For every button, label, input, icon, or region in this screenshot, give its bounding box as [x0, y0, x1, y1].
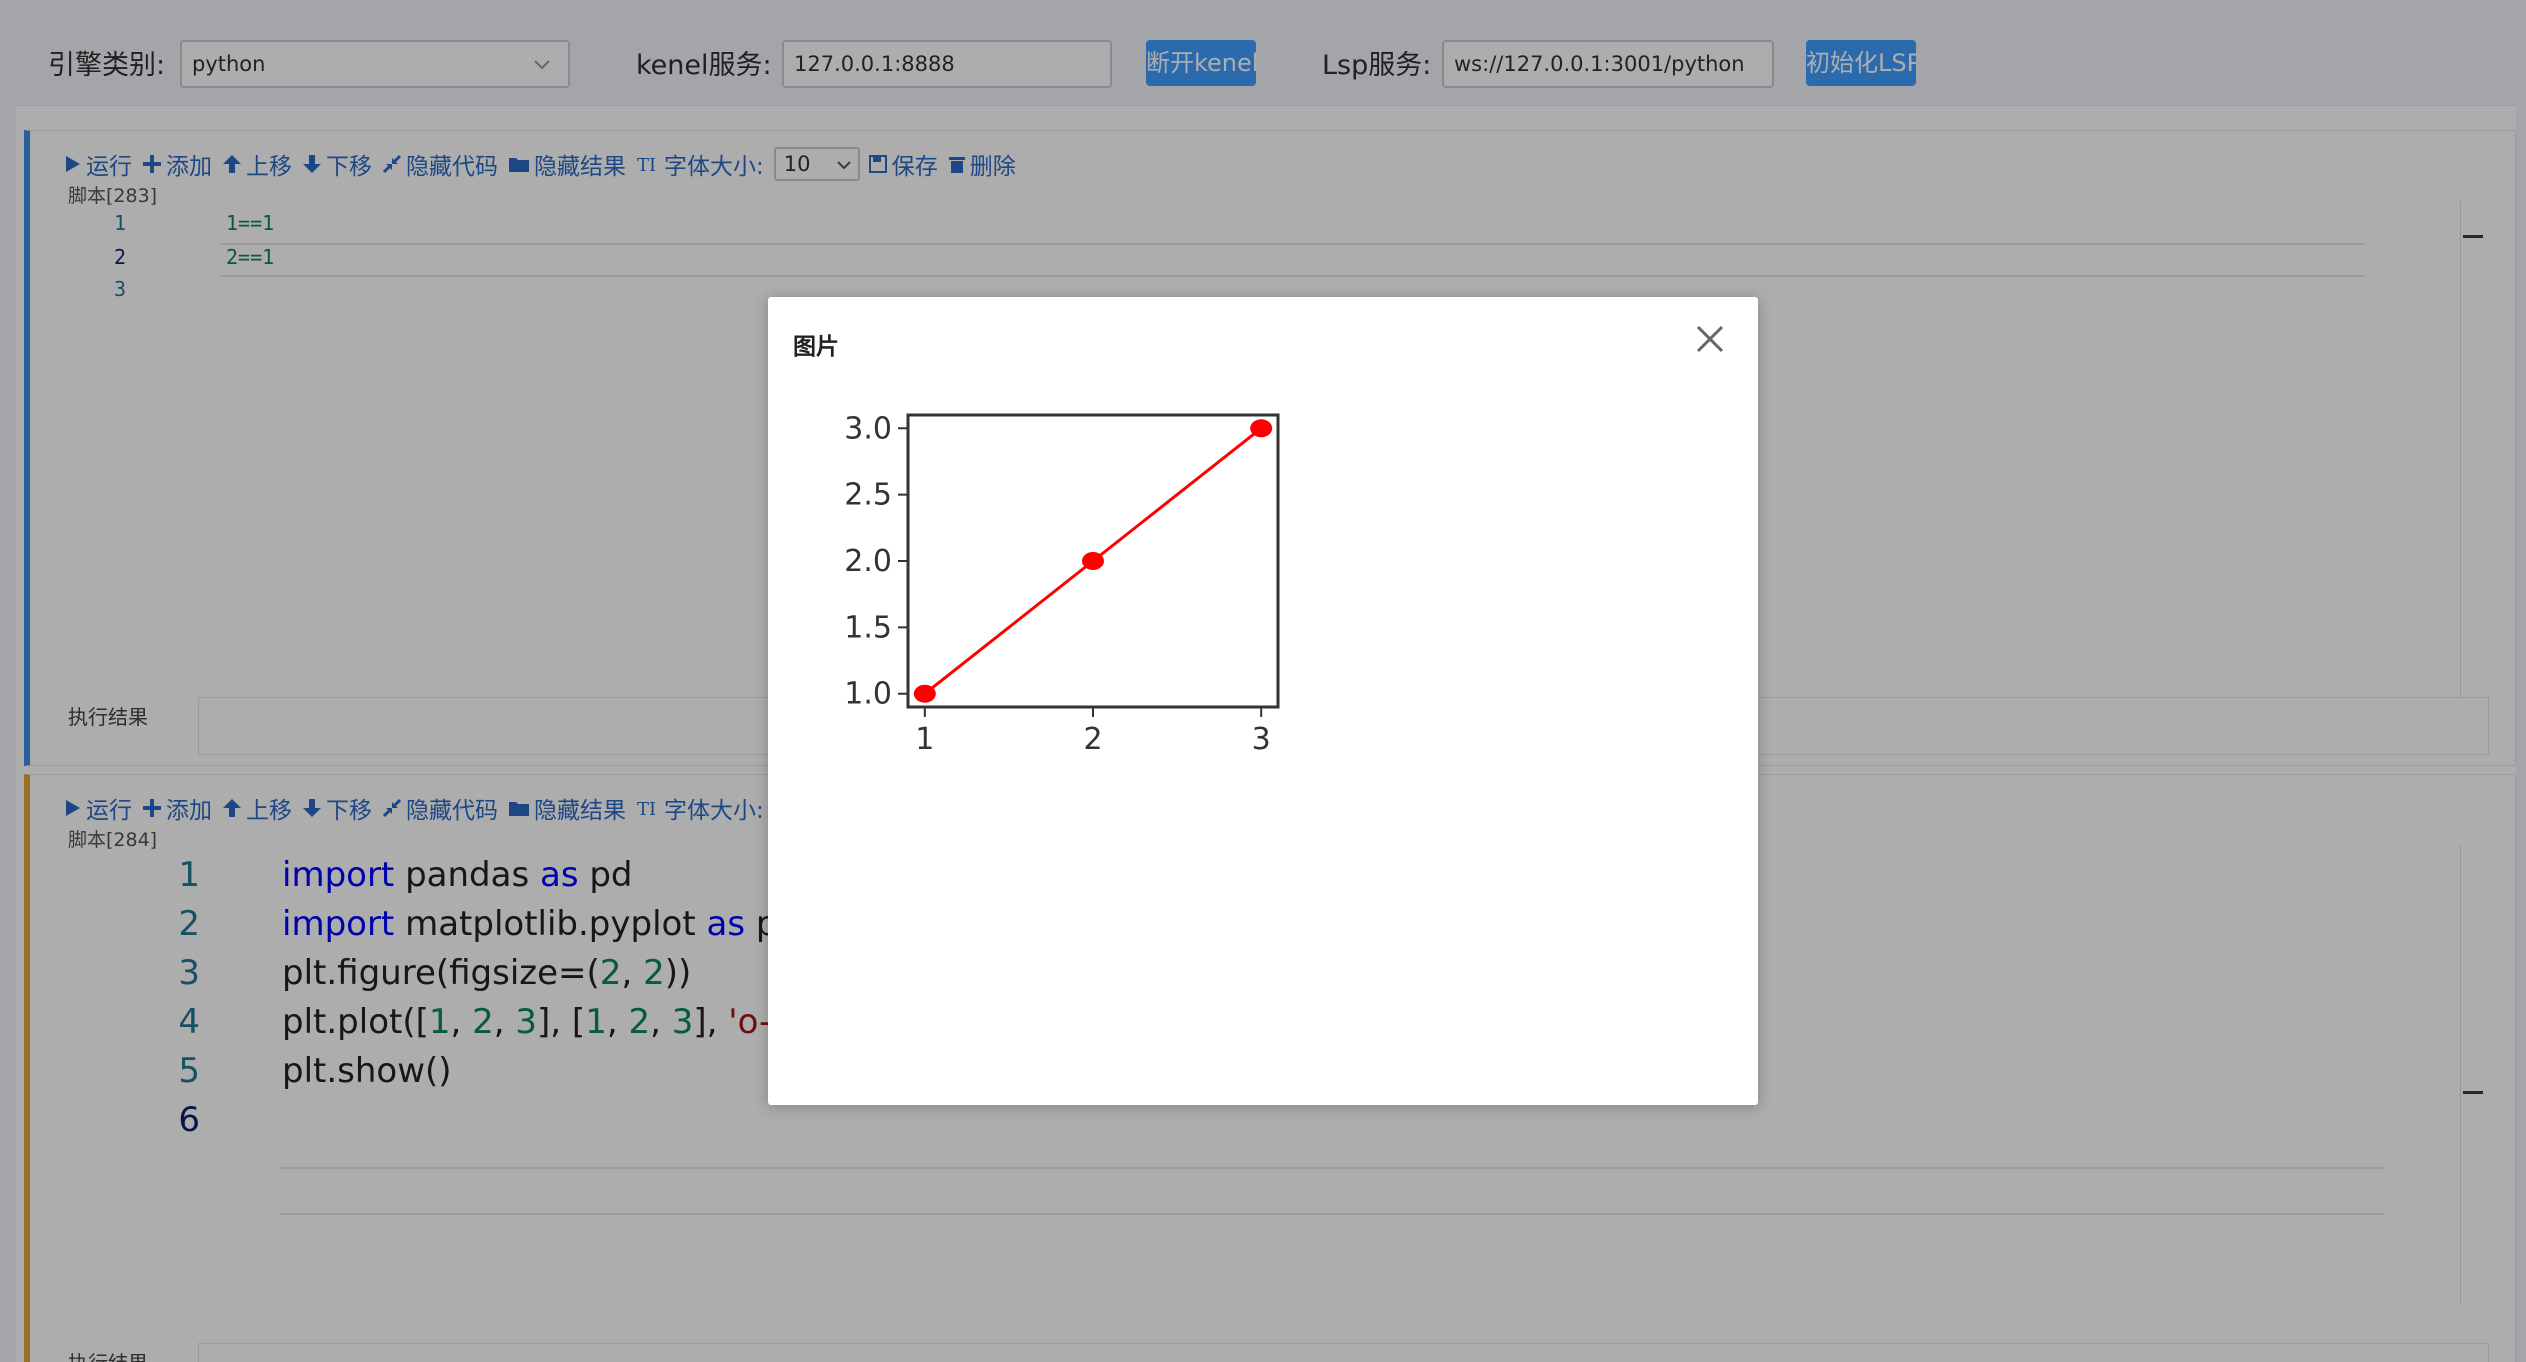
x-tick-label: 3 — [1252, 722, 1271, 757]
data-point — [1082, 552, 1104, 570]
dialog-title: 图片 — [793, 334, 839, 360]
y-tick-label: 2.0 — [844, 544, 892, 579]
plot-image: 1.0 1.5 2.0 2.5 3.0 1 2 3 — [808, 397, 1318, 777]
x-tick-label: 2 — [1083, 722, 1102, 757]
y-tick-label: 2.5 — [844, 478, 892, 513]
y-tick-label: 1.5 — [844, 610, 892, 645]
y-tick-label: 1.0 — [844, 677, 892, 712]
data-point — [1250, 419, 1273, 438]
image-dialog: 图片 1.0 1.5 2.0 2.5 3.0 1 2 3 — [768, 297, 1758, 1105]
line-chart: 1.0 1.5 2.0 2.5 3.0 1 2 3 — [844, 411, 1280, 757]
x-tick-label: 1 — [915, 722, 934, 757]
close-icon[interactable] — [1692, 321, 1728, 357]
y-tick-label: 3.0 — [844, 411, 892, 446]
data-point — [913, 684, 936, 703]
